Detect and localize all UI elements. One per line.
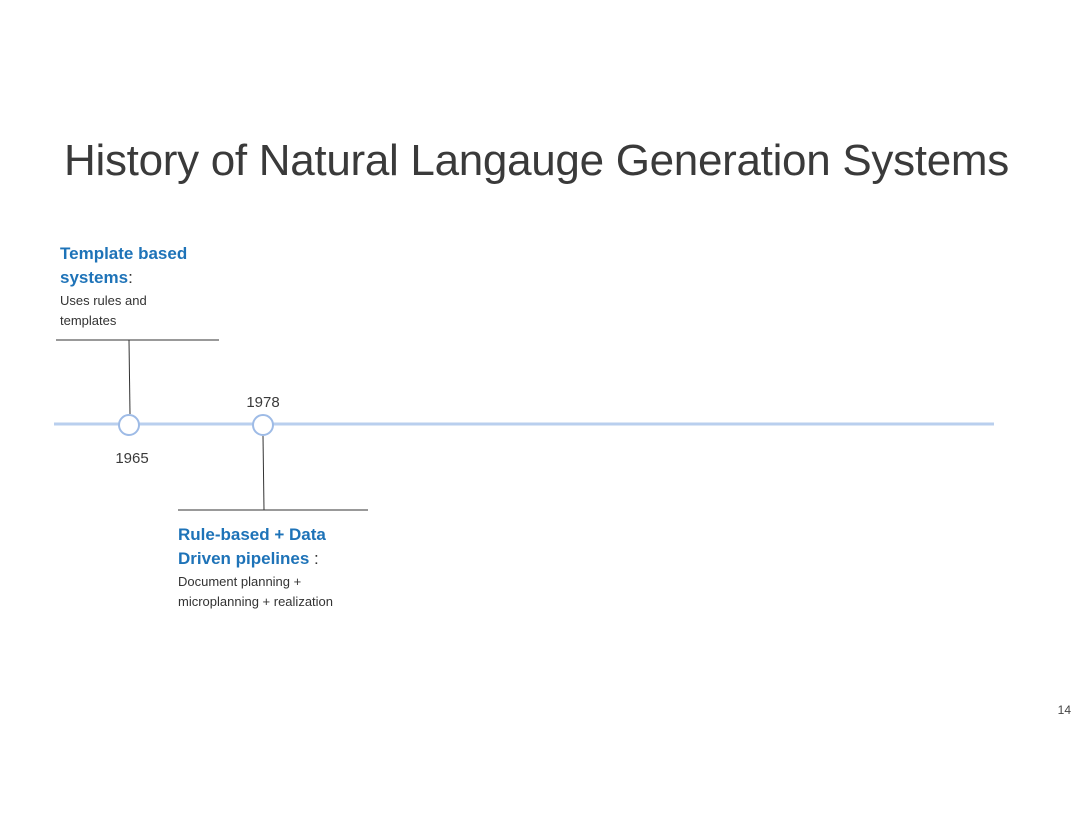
milestone-2-text: Rule-based + Data Driven pipelines : Doc… bbox=[178, 523, 368, 611]
page-number: 14 bbox=[1057, 703, 1071, 717]
milestone-2-node bbox=[252, 414, 274, 436]
timeline-diagram bbox=[54, 339, 994, 511]
milestone-2-punct: : bbox=[309, 549, 319, 568]
milestone-1-punct: : bbox=[128, 268, 133, 287]
milestone-1-description: Uses rules and templates bbox=[60, 293, 147, 328]
milestone-1-year: 1965 bbox=[115, 450, 149, 467]
milestone-1-text: Template based systems: Uses rules and t… bbox=[60, 242, 220, 330]
milestone-2-description: Document planning + microplanning + real… bbox=[178, 574, 334, 609]
milestone-2-connector-vertical bbox=[262, 435, 265, 511]
milestone-1-connector-vertical bbox=[128, 339, 131, 415]
milestone-1-heading: Template based systems bbox=[60, 244, 188, 287]
milestone-2-year: 1978 bbox=[246, 394, 280, 411]
milestone-2-heading: Rule-based + Data Driven pipelines bbox=[178, 525, 326, 568]
milestone-1-node bbox=[118, 414, 140, 436]
